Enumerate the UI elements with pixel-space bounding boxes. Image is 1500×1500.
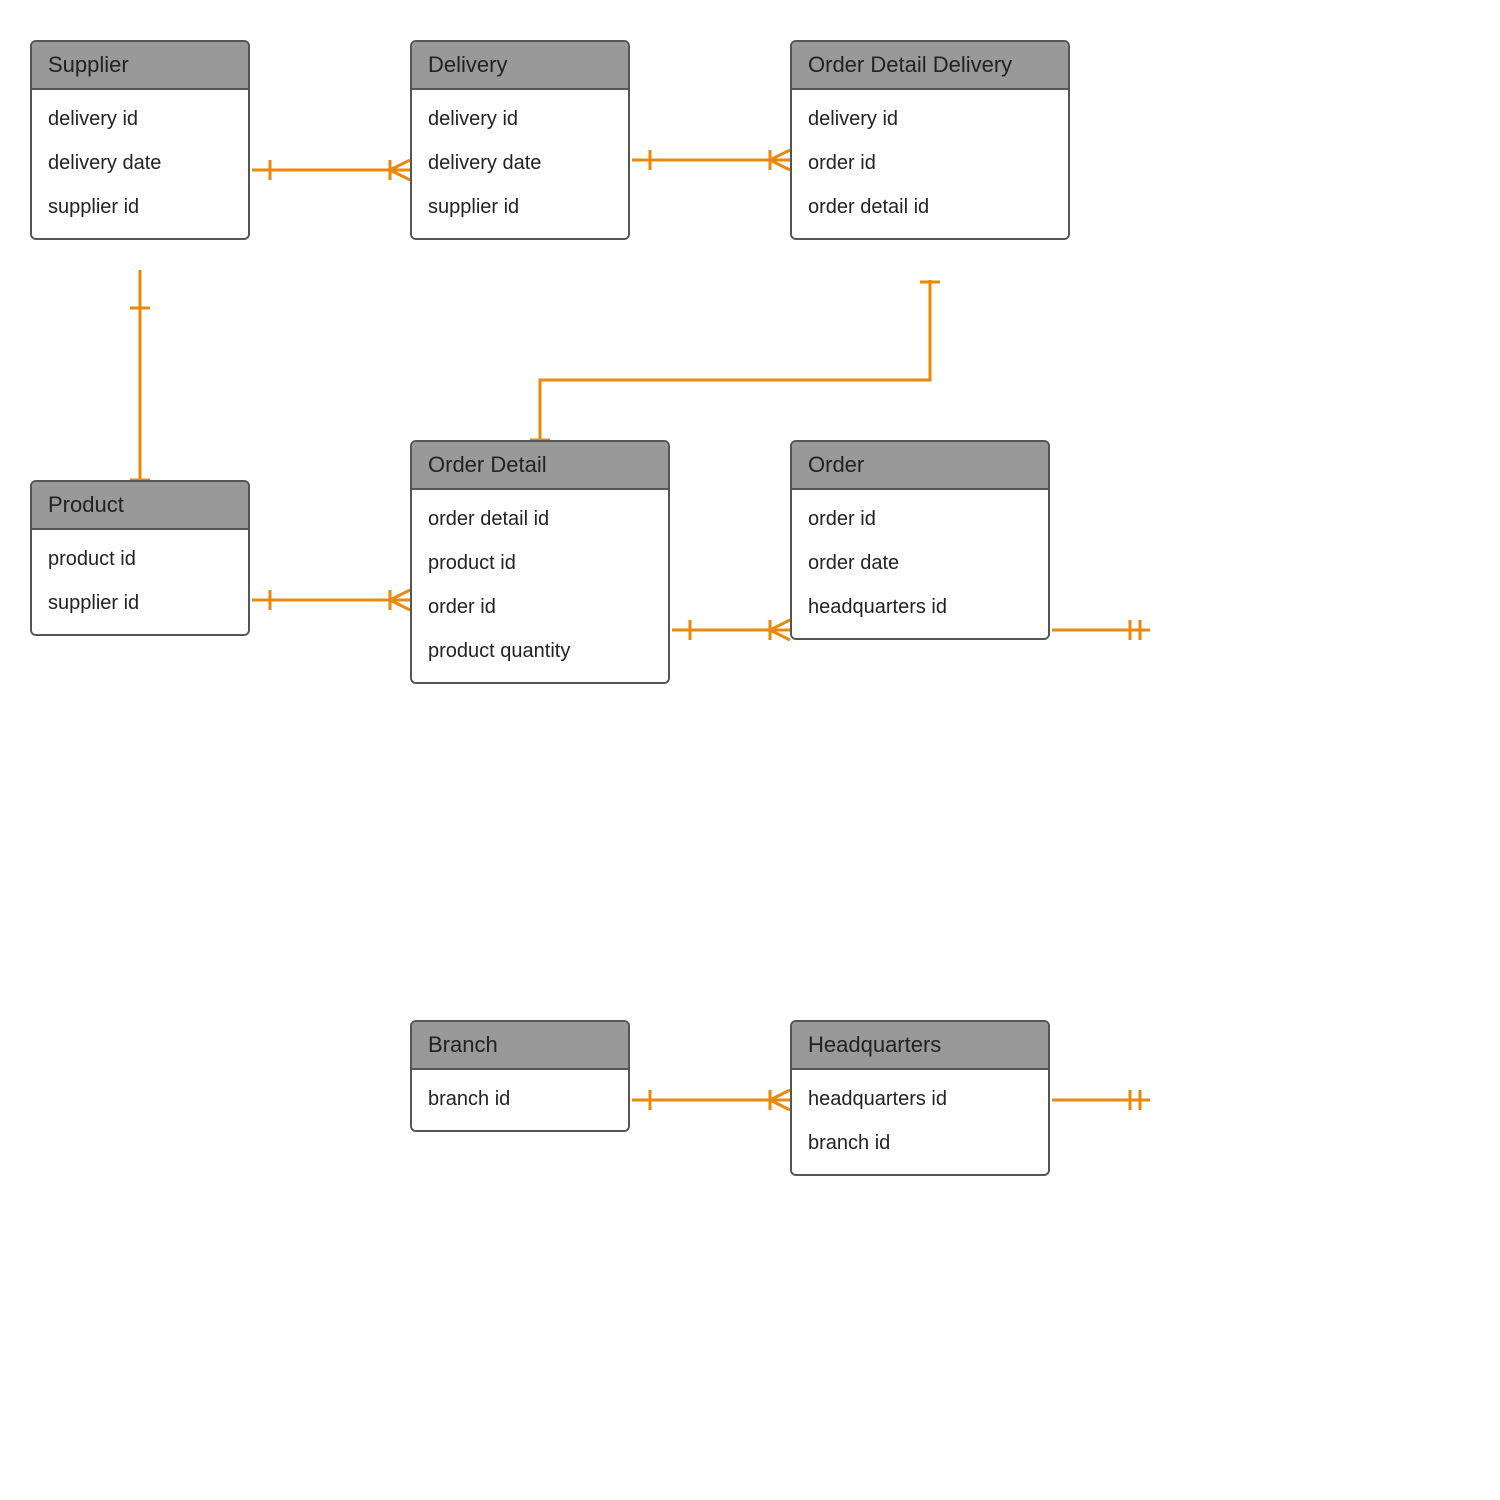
supplier-header: Supplier bbox=[32, 42, 248, 90]
order-detail-header: Order Detail bbox=[412, 442, 668, 490]
headquarters-header: Headquarters bbox=[792, 1022, 1048, 1070]
branch-table: Branch branch id bbox=[410, 1020, 630, 1132]
od-field-2: order id bbox=[428, 586, 652, 630]
order-detail-delivery-header: Order Detail Delivery bbox=[792, 42, 1068, 90]
hq-field-1: branch id bbox=[808, 1122, 1032, 1166]
order-table: Order order id order date headquarters i… bbox=[790, 440, 1050, 640]
delivery-table: Delivery delivery id delivery date suppl… bbox=[410, 40, 630, 240]
supplier-field-2: supplier id bbox=[48, 186, 232, 230]
odd-field-2: order detail id bbox=[808, 186, 1052, 230]
odd-field-1: order id bbox=[808, 142, 1052, 186]
delivery-header: Delivery bbox=[412, 42, 628, 90]
order-detail-table: Order Detail order detail id product id … bbox=[410, 440, 670, 684]
product-header: Product bbox=[32, 482, 248, 530]
order-body: order id order date headquarters id bbox=[792, 490, 1048, 638]
od-field-0: order detail id bbox=[428, 498, 652, 542]
product-table: Product product id supplier id bbox=[30, 480, 250, 636]
supplier-table: Supplier delivery id delivery date suppl… bbox=[30, 40, 250, 240]
delivery-body: delivery id delivery date supplier id bbox=[412, 90, 628, 238]
odd-field-0: delivery id bbox=[808, 98, 1052, 142]
product-field-0: product id bbox=[48, 538, 232, 582]
product-body: product id supplier id bbox=[32, 530, 248, 634]
order-detail-delivery-body: delivery id order id order detail id bbox=[792, 90, 1068, 238]
branch-field-0: branch id bbox=[428, 1078, 612, 1122]
branch-body: branch id bbox=[412, 1070, 628, 1130]
delivery-field-0: delivery id bbox=[428, 98, 612, 142]
order-detail-delivery-table: Order Detail Delivery delivery id order … bbox=[790, 40, 1070, 240]
product-field-1: supplier id bbox=[48, 582, 232, 626]
headquarters-table: Headquarters headquarters id branch id bbox=[790, 1020, 1050, 1176]
order-header: Order bbox=[792, 442, 1048, 490]
supplier-field-1: delivery date bbox=[48, 142, 232, 186]
headquarters-body: headquarters id branch id bbox=[792, 1070, 1048, 1174]
supplier-field-0: delivery id bbox=[48, 98, 232, 142]
od-field-3: product quantity bbox=[428, 630, 652, 674]
supplier-body: delivery id delivery date supplier id bbox=[32, 90, 248, 238]
delivery-field-1: delivery date bbox=[428, 142, 612, 186]
order-field-2: headquarters id bbox=[808, 586, 1032, 630]
delivery-field-2: supplier id bbox=[428, 186, 612, 230]
order-field-1: order date bbox=[808, 542, 1032, 586]
diagram-container: Supplier delivery id delivery date suppl… bbox=[0, 0, 1500, 1500]
order-detail-body: order detail id product id order id prod… bbox=[412, 490, 668, 682]
branch-header: Branch bbox=[412, 1022, 628, 1070]
hq-field-0: headquarters id bbox=[808, 1078, 1032, 1122]
order-field-0: order id bbox=[808, 498, 1032, 542]
od-field-1: product id bbox=[428, 542, 652, 586]
